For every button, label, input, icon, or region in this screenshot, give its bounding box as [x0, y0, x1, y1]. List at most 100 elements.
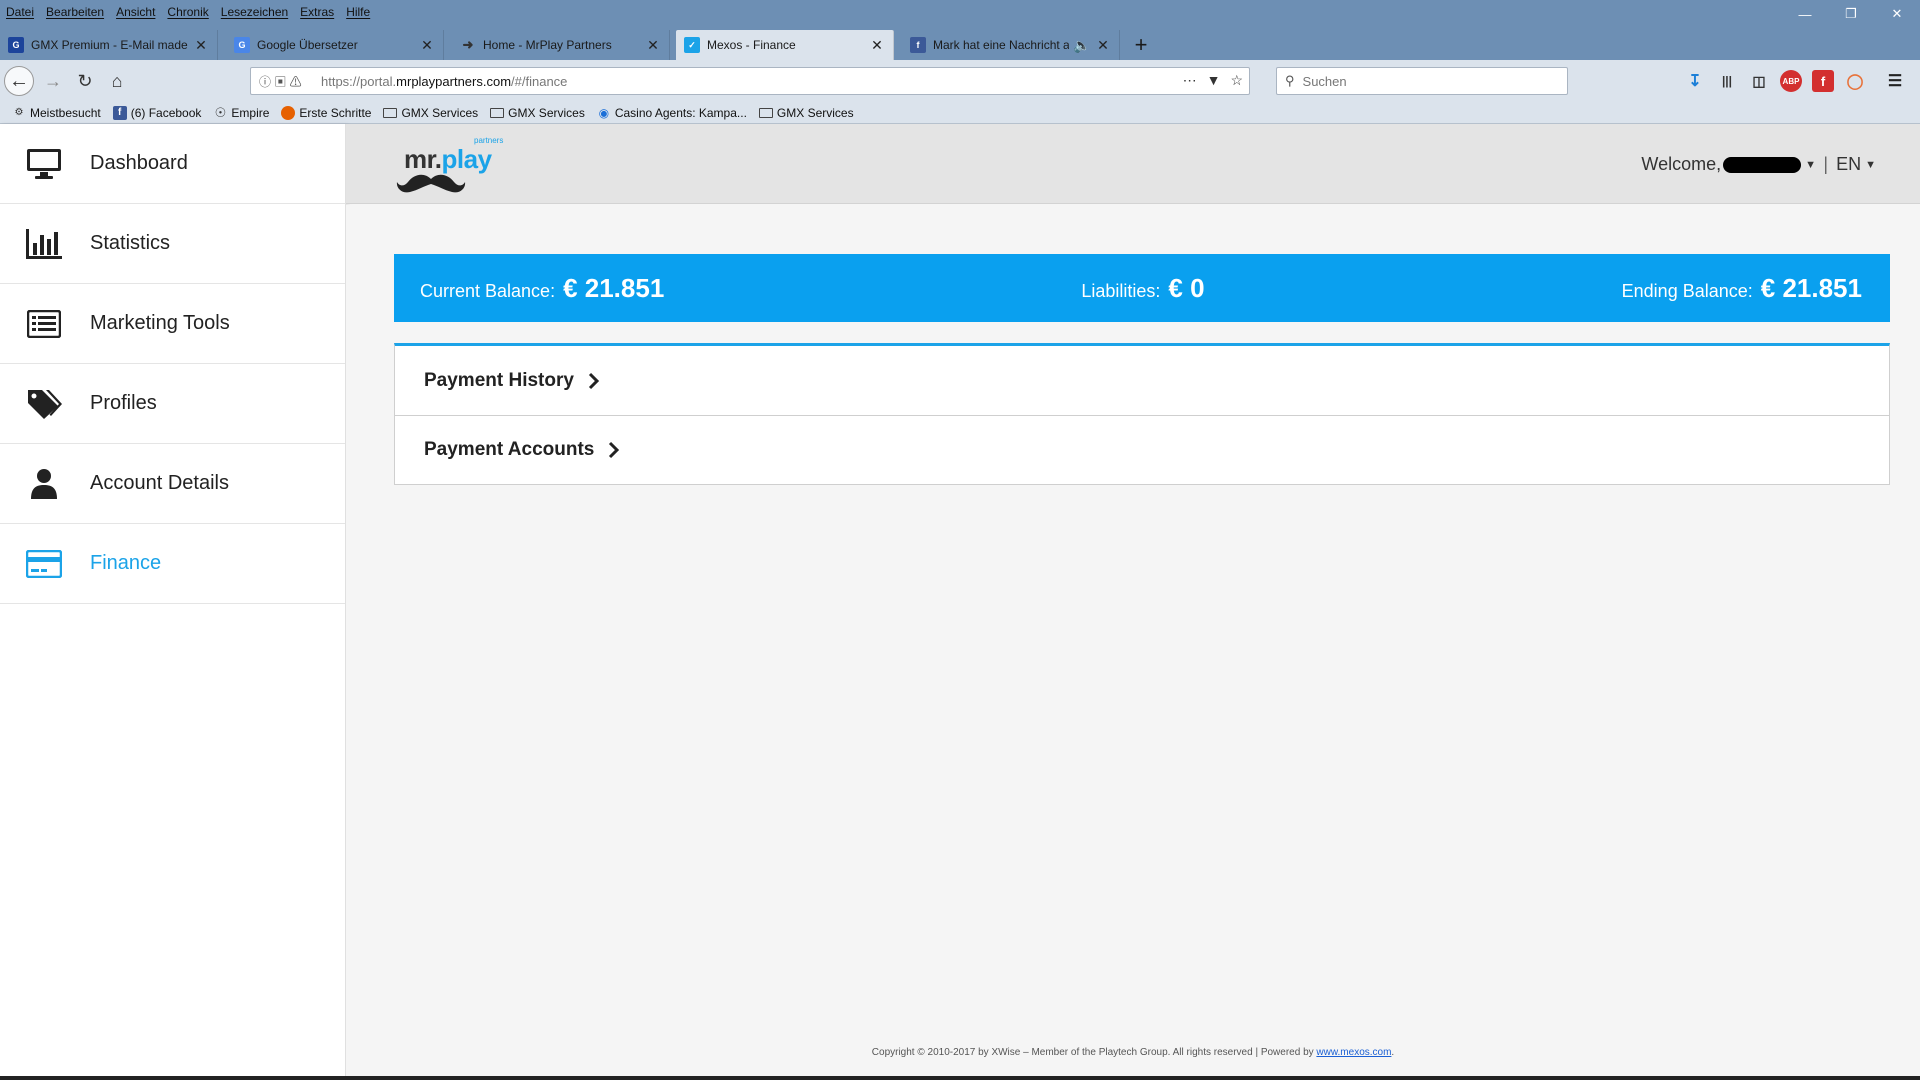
- page-actions-icon[interactable]: ⋯: [1183, 72, 1197, 89]
- library-icon[interactable]: |||: [1716, 70, 1738, 92]
- mustache-icon: ➜: [462, 37, 474, 52]
- user-icon: [26, 466, 62, 502]
- sidebar-item-label: Profiles: [90, 392, 157, 414]
- gear-icon: ⚙: [14, 107, 24, 118]
- sidebar-item-account-details[interactable]: Account Details: [0, 444, 345, 524]
- forward-button[interactable]: →: [38, 66, 68, 96]
- globe-icon: ☉: [214, 104, 227, 120]
- home-button[interactable]: ⌂: [102, 66, 132, 96]
- folder-icon: [490, 106, 505, 120]
- menu-chronik[interactable]: Chronik: [167, 5, 208, 19]
- menu-datei[interactable]: Datei: [6, 5, 34, 19]
- extension-icon[interactable]: ◯: [1844, 70, 1866, 92]
- search-input[interactable]: ⚲ Suchen: [1276, 67, 1568, 95]
- download-icon[interactable]: ↧: [1684, 70, 1706, 92]
- reload-button[interactable]: ↻: [70, 66, 100, 96]
- welcome-text: Welcome,: [1641, 154, 1722, 174]
- tab-google-translate[interactable]: G Google Übersetzer ✕: [226, 30, 444, 60]
- tab-gmx[interactable]: G GMX Premium - E-Mail made i ✕: [0, 30, 218, 60]
- menu-bar: Datei Bearbeiten Ansicht Chronik Lesezei…: [0, 0, 1920, 24]
- bookmark-gmx-services[interactable]: GMX Services: [758, 106, 854, 120]
- ending-balance-label: Ending Balance:: [1621, 280, 1753, 301]
- close-icon[interactable]: ✕: [869, 37, 885, 54]
- bookmark-empire[interactable]: ☉ Empire: [213, 104, 270, 120]
- sidebar-item-marketing-tools[interactable]: Marketing Tools: [0, 284, 345, 364]
- bookmark-meistbesucht[interactable]: ⚙ Meistbesucht: [12, 106, 101, 120]
- mexos-link[interactable]: www.mexos.com: [1316, 1047, 1391, 1058]
- flash-icon[interactable]: f: [1812, 70, 1834, 92]
- bookmark-star-icon[interactable]: ☆: [1230, 72, 1243, 89]
- liabilities: Liabilities: € 0: [1081, 273, 1204, 304]
- url-domain: mrplaypartners.com: [396, 73, 512, 89]
- hamburger-menu-icon[interactable]: ☰: [1884, 70, 1906, 92]
- tab-title: Mexos - Finance: [707, 38, 796, 52]
- finance-content: Current Balance: € 21.851 Liabilities: €…: [346, 205, 1920, 1080]
- menu-ansicht[interactable]: Ansicht: [116, 5, 155, 19]
- close-icon[interactable]: ✕: [1095, 37, 1111, 54]
- copyright-text: Copyright © 2010-2017 by XWise – Member …: [871, 1047, 1317, 1058]
- new-tab-button[interactable]: +: [1128, 30, 1154, 60]
- site-info-icon[interactable]: ⓘ ▣ ⚠: [259, 73, 321, 90]
- user-menu[interactable]: Welcome, ▼: [1641, 154, 1816, 175]
- window-bottom-edge: [0, 1076, 1920, 1080]
- bookmark-erste-schritte[interactable]: Erste Schritte: [281, 105, 372, 120]
- adblock-icon[interactable]: ABP: [1780, 70, 1802, 92]
- restore-button[interactable]: ❐: [1828, 0, 1874, 28]
- mrplay-logo[interactable]: partners mr.play: [396, 136, 516, 196]
- payment-accounts-toggle[interactable]: Payment Accounts: [395, 415, 1889, 484]
- sidebar-toggle-icon[interactable]: ◫: [1748, 70, 1770, 92]
- payment-history-toggle[interactable]: Payment History: [395, 346, 1889, 415]
- menu-bearbeiten[interactable]: Bearbeiten: [46, 5, 104, 19]
- tab-title: Mark hat eine Nachricht an: [933, 38, 1069, 52]
- tab-title: Home - MrPlay Partners: [483, 38, 612, 52]
- tab-mrplay-home[interactable]: ➜ Home - MrPlay Partners ✕: [452, 30, 670, 60]
- url-bar[interactable]: ⓘ ▣ ⚠ https://portal.mrplaypartners.com/…: [250, 67, 1250, 95]
- bookmark-casino-agents[interactable]: ◉ Casino Agents: Kampa...: [597, 106, 747, 120]
- sidebar-item-profiles[interactable]: Profiles: [0, 364, 345, 444]
- app-header: partners mr.play Welcome, ▼ | EN ▼: [346, 124, 1920, 204]
- bookmark-gmx-services[interactable]: GMX Services: [490, 106, 585, 120]
- tab-title: Google Übersetzer: [257, 38, 358, 52]
- back-button[interactable]: ←: [4, 66, 34, 96]
- bookmark-label: Erste Schritte: [299, 105, 372, 120]
- window-controls: — ❐ ✕: [1782, 0, 1920, 28]
- tab-mexos-finance[interactable]: ✓ Mexos - Finance ✕: [676, 30, 894, 60]
- footer-end: .: [1391, 1047, 1395, 1058]
- sidebar-item-dashboard[interactable]: Dashboard: [0, 124, 345, 204]
- credit-card-icon: [26, 546, 62, 582]
- tab-title: GMX Premium - E-Mail made i: [31, 38, 189, 52]
- current-balance: Current Balance: € 21.851: [420, 273, 664, 304]
- sidebar-item-statistics[interactable]: Statistics: [0, 204, 345, 284]
- ending-balance-value: € 21.851: [1760, 272, 1862, 303]
- folder-icon: [383, 106, 398, 120]
- tags-icon: [26, 386, 62, 422]
- balance-banner: Current Balance: € 21.851 Liabilities: €…: [394, 254, 1890, 322]
- close-icon[interactable]: ✕: [419, 37, 435, 54]
- casino-icon: ◉: [598, 105, 610, 120]
- menu-extras[interactable]: Extras: [300, 5, 334, 19]
- sidebar: Dashboard Statistics Marketing Tools Pro…: [0, 124, 346, 1080]
- sidebar-item-label: Statistics: [90, 232, 171, 254]
- pocket-icon[interactable]: ▼: [1207, 72, 1221, 89]
- sidebar-item-finance[interactable]: Finance: [0, 524, 345, 604]
- gmx-icon: G: [8, 37, 24, 53]
- bookmark-facebook[interactable]: f (6) Facebook: [112, 105, 201, 120]
- liabilities-label: Liabilities:: [1081, 280, 1161, 301]
- url-prefix: https://portal.: [321, 73, 397, 89]
- chevron-right-icon: [588, 371, 604, 391]
- bookmark-gmx-services[interactable]: GMX Services: [383, 106, 478, 120]
- search-icon: ⚲: [1285, 73, 1295, 88]
- menu-hilfe[interactable]: Hilfe: [346, 5, 370, 19]
- minimize-button[interactable]: —: [1782, 0, 1828, 28]
- close-window-button[interactable]: ✕: [1874, 0, 1920, 28]
- logo-text: mr.play: [404, 144, 492, 175]
- language-label: EN: [1836, 154, 1862, 174]
- tab-facebook[interactable]: f Mark hat eine Nachricht an 🔈 ✕: [902, 30, 1120, 60]
- facebook-icon: f: [112, 105, 127, 120]
- url-text[interactable]: https://portal.mrplaypartners.com/#/fina…: [321, 74, 567, 89]
- speaker-icon[interactable]: 🔈: [1073, 37, 1091, 54]
- close-icon[interactable]: ✕: [645, 37, 661, 54]
- language-selector[interactable]: | EN ▼: [1823, 154, 1876, 175]
- menu-lesezeichen[interactable]: Lesezeichen: [221, 5, 288, 19]
- close-icon[interactable]: ✕: [193, 37, 209, 54]
